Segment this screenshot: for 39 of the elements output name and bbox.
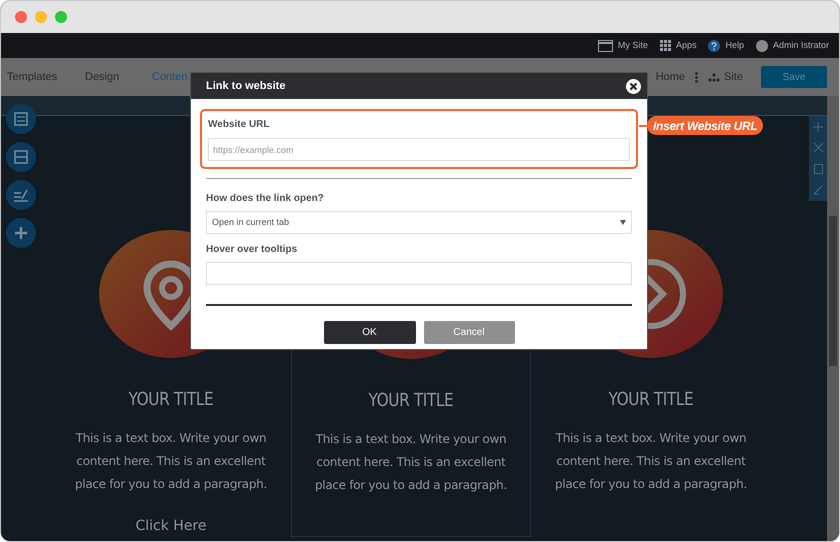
section-icon[interactable]	[6, 142, 36, 172]
dropdown-caret-icon	[620, 220, 626, 225]
top-bar-link[interactable]: My Site	[618, 38, 648, 52]
close-icon[interactable]	[626, 78, 641, 94]
url-field[interactable]: https://example.com	[208, 138, 630, 161]
column-text: This is a text box. Write your own content here. This is an excellent place for you to add a paragraph.	[314, 431, 508, 494]
field-label: Website URL	[208, 118, 270, 132]
callout-label: Insert Website URL	[647, 116, 764, 135]
copy-icon[interactable]	[814, 164, 822, 174]
cancel-button[interactable]: Cancel	[424, 321, 514, 344]
grid-icon	[660, 40, 671, 51]
tooltip-field[interactable]	[206, 262, 632, 285]
window-control[interactable]	[15, 11, 27, 23]
field-label: How does the link open?	[206, 192, 325, 206]
ok-button[interactable]: OK	[324, 321, 416, 344]
move-icon[interactable]	[813, 122, 823, 132]
sitemap-icon[interactable]	[708, 72, 720, 82]
top-bar-link[interactable]: Apps	[676, 38, 696, 52]
browser-window-icon	[598, 40, 613, 52]
layout-icon[interactable]	[6, 104, 36, 134]
column-text: This is a text box. Write your own content here. This is an excellent place for you to add a paragraph.	[554, 430, 748, 493]
edit-text-icon[interactable]	[6, 180, 36, 210]
column-link[interactable]: Click Here	[135, 516, 206, 537]
more-icon[interactable]	[695, 72, 698, 82]
dialog-title: Link to website	[206, 78, 286, 94]
help-icon	[708, 40, 720, 52]
open-mode-dropdown[interactable]: Open in current tab	[206, 211, 632, 234]
column-text: This is a text box. Write your own content here. This is an excellent place for you to add a paragraph.	[74, 430, 268, 493]
window-control[interactable]	[55, 11, 67, 23]
column-title: YOUR TITLE	[368, 389, 454, 413]
add-icon[interactable]	[6, 218, 36, 248]
avatar-icon	[756, 40, 768, 52]
field-label: Hover over tooltips	[206, 243, 298, 257]
top-bar-link[interactable]: Help	[725, 38, 744, 52]
window-control[interactable]	[35, 11, 47, 23]
column-title: YOUR TITLE	[128, 388, 214, 412]
pencil-icon[interactable]	[813, 185, 823, 196]
top-bar-link[interactable]: Admin Istrator	[772, 38, 829, 52]
column-title: YOUR TITLE	[608, 388, 694, 412]
